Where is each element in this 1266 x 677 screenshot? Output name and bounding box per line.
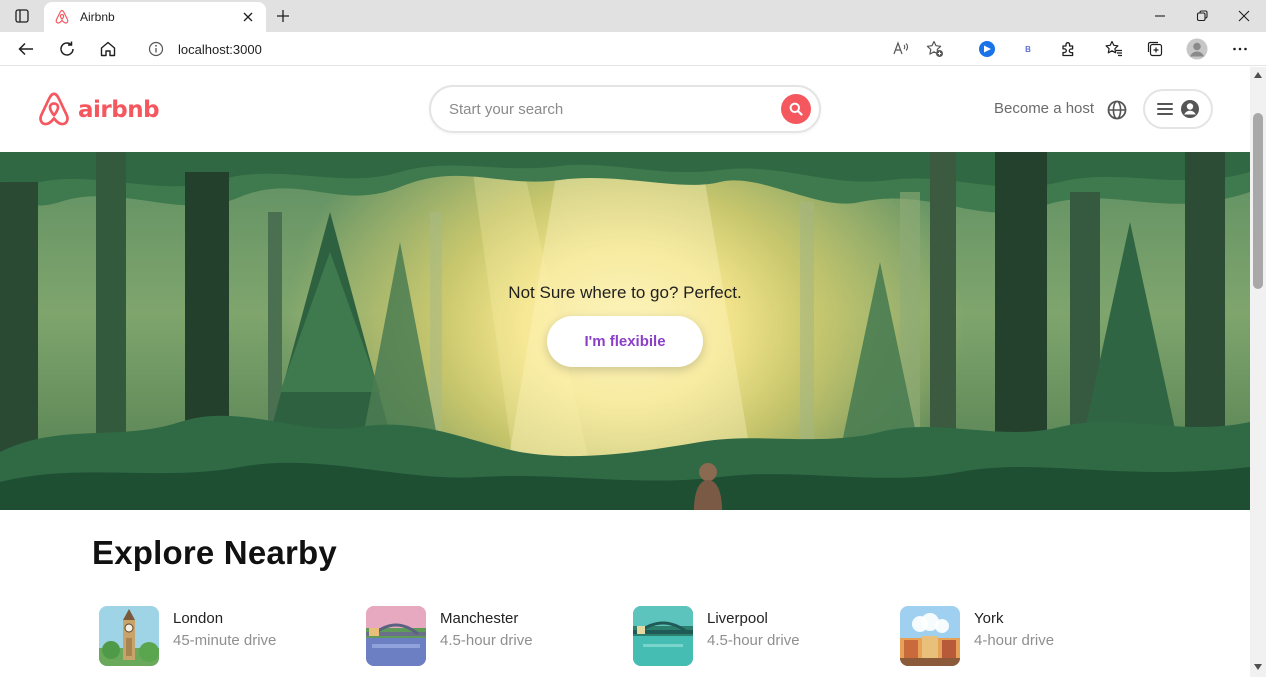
nearby-card-york[interactable]: York 4-hour drive (900, 606, 1054, 666)
scrollbar-thumb[interactable] (1253, 113, 1263, 289)
explore-nearby-section: Explore Nearby London 45-minute drive Ma… (0, 510, 1250, 677)
site-header: airbnb Become a host (0, 67, 1250, 152)
profile-extension-badge[interactable]: B (1014, 36, 1042, 62)
card-distance: 4-hour drive (974, 632, 1055, 649)
profile-badge-text: B (1025, 44, 1031, 54)
explore-heading: Explore Nearby (92, 534, 337, 571)
page-viewport: airbnb Become a host (0, 67, 1250, 677)
collections-icon[interactable] (1141, 36, 1169, 62)
home-icon[interactable] (94, 36, 122, 62)
search-bar[interactable] (429, 85, 821, 133)
url-text: localhost:3000 (178, 41, 262, 57)
add-favorite-icon[interactable] (924, 38, 946, 60)
browser-tab[interactable]: Airbnb (44, 2, 266, 32)
info-icon[interactable] (148, 41, 164, 57)
card-distance: 45-minute drive (173, 632, 277, 649)
search-icon (789, 102, 803, 116)
restore-icon[interactable] (1180, 0, 1224, 32)
scroll-up-arrow-icon[interactable] (1254, 71, 1262, 79)
card-distance: 4.5-hour drive (440, 632, 533, 649)
minimize-icon[interactable] (1138, 0, 1182, 32)
nearby-card-london[interactable]: London 45-minute drive (99, 606, 276, 666)
scroll-down-arrow-icon[interactable] (1254, 663, 1262, 671)
close-window-icon[interactable] (1222, 0, 1266, 32)
page-scrollbar[interactable] (1250, 67, 1266, 677)
become-host-link[interactable]: Become a host (994, 100, 1094, 117)
card-city: York (974, 610, 1004, 627)
address-bar[interactable]: localhost:3000 (134, 35, 960, 63)
airbnb-logo-icon (39, 92, 69, 126)
browser-toolbar: localhost:3000 B (0, 32, 1266, 66)
plus-icon[interactable] (272, 5, 294, 27)
im-flexible-button[interactable]: I'm flexibile (547, 316, 703, 367)
card-city: Liverpool (707, 610, 768, 627)
profile-avatar[interactable] (1183, 36, 1211, 62)
menu-icon (1157, 103, 1173, 115)
liverpool-thumbnail (633, 606, 693, 666)
close-icon[interactable] (240, 9, 256, 25)
refresh-icon[interactable] (53, 36, 81, 62)
card-city: Manchester (440, 610, 519, 627)
airbnb-favicon (54, 9, 70, 25)
globe-icon[interactable] (1106, 99, 1128, 121)
more-icon[interactable] (1226, 36, 1254, 62)
favorites-icon[interactable] (1100, 36, 1128, 62)
hero-tagline: Not Sure where to go? Perfect. (508, 283, 742, 302)
manchester-thumbnail (366, 606, 426, 666)
search-input[interactable] (449, 100, 781, 118)
read-aloud-icon[interactable] (890, 38, 912, 60)
airbnb-logo[interactable]: airbnb (36, 91, 160, 129)
york-thumbnail (900, 606, 960, 666)
card-distance: 4.5-hour drive (707, 632, 800, 649)
back-icon[interactable] (12, 36, 40, 62)
user-menu-button[interactable] (1143, 89, 1213, 129)
tab-title: Airbnb (80, 10, 115, 24)
puzzle-icon[interactable] (1055, 36, 1083, 62)
logo-wordmark: airbnb (78, 97, 160, 123)
user-icon (1181, 100, 1199, 118)
browser-tabbar: Airbnb (0, 0, 1266, 32)
card-city: London (173, 610, 224, 627)
nearby-card-manchester[interactable]: Manchester 4.5-hour drive (366, 606, 533, 666)
search-button[interactable] (781, 94, 811, 124)
tab-actions-icon[interactable] (8, 4, 36, 28)
extension-icon[interactable] (973, 36, 1001, 62)
hero-banner: Not Sure where to go? Perfect. I'm flexi… (0, 152, 1250, 510)
nearby-card-liverpool[interactable]: Liverpool 4.5-hour drive (633, 606, 800, 666)
london-thumbnail (99, 606, 159, 666)
